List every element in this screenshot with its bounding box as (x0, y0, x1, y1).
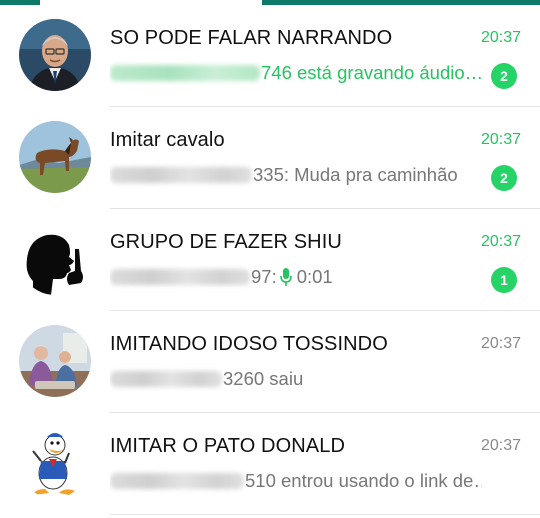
chat-time: 20:37 (480, 437, 521, 454)
preview-text: 335: Muda pra caminhão (253, 164, 458, 185)
divider (110, 514, 540, 515)
chat-time: 20:37 (480, 29, 521, 46)
redacted-number (110, 167, 252, 183)
chat-preview: 97: 0:01 (110, 265, 482, 289)
chat-row-grupo-de-fazer-shiu[interactable]: GRUPO DE FAZER SHIU 20:37 97: 0:01 1 (0, 209, 540, 311)
redacted-number (110, 371, 222, 387)
donald-duck-icon (19, 427, 91, 499)
man-tv-presenter-icon (19, 19, 91, 91)
chat-row-so-pode-falar-narrando[interactable]: SO PODE FALAR NARRANDO 20:37 746 está gr… (0, 5, 540, 107)
avatar[interactable] (19, 19, 91, 91)
redacted-number (110, 473, 244, 489)
chat-title: SO PODE FALAR NARRANDO (110, 27, 393, 49)
voice-duration: 0:01 (296, 266, 333, 287)
preview-text: 510 entrou usando o link de… (245, 470, 482, 491)
chat-title: IMITAR O PATO DONALD (110, 435, 345, 457)
chat-time: 20:37 (480, 131, 521, 148)
chat-list: SO PODE FALAR NARRANDO 20:37 746 está gr… (0, 5, 540, 515)
microphone-icon (279, 268, 292, 286)
avatar[interactable] (19, 223, 91, 295)
redacted-number (110, 65, 260, 81)
preview-text: 746 está gravando áudio… (261, 62, 482, 83)
chat-time: 20:37 (480, 335, 521, 352)
unread-badge: 2 (491, 63, 517, 89)
chat-preview: 746 está gravando áudio… (110, 61, 482, 85)
chat-title: Imitar cavalo (110, 129, 225, 151)
chat-time: 20:37 (480, 233, 521, 250)
shush-silhouette-icon (19, 223, 91, 295)
chat-row-imitando-idoso-tossindo[interactable]: IMITANDO IDOSO TOSSINDO 20:37 3260 saiu (0, 311, 540, 413)
elderly-people-icon (19, 325, 91, 397)
preview-text: 3260 saiu (223, 368, 304, 389)
redacted-number (110, 269, 250, 285)
avatar[interactable] (19, 427, 91, 499)
horse-icon (19, 121, 91, 193)
chat-preview: 3260 saiu (110, 367, 482, 391)
unread-badge: 2 (491, 165, 517, 191)
chat-title: GRUPO DE FAZER SHIU (110, 231, 342, 253)
unread-badge: 1 (491, 267, 517, 293)
avatar[interactable] (19, 121, 91, 193)
chat-row-imitar-cavalo[interactable]: Imitar cavalo 20:37 335: Muda pra caminh… (0, 107, 540, 209)
preview-text: 97: (251, 266, 277, 287)
chat-preview: 510 entrou usando o link de… (110, 469, 482, 493)
chat-preview: 335: Muda pra caminhão (110, 163, 482, 187)
chat-row-imitar-o-pato-donald[interactable]: IMITAR O PATO DONALD 20:37 510 entrou us… (0, 413, 540, 515)
chat-title: IMITANDO IDOSO TOSSINDO (110, 333, 388, 355)
avatar[interactable] (19, 325, 91, 397)
